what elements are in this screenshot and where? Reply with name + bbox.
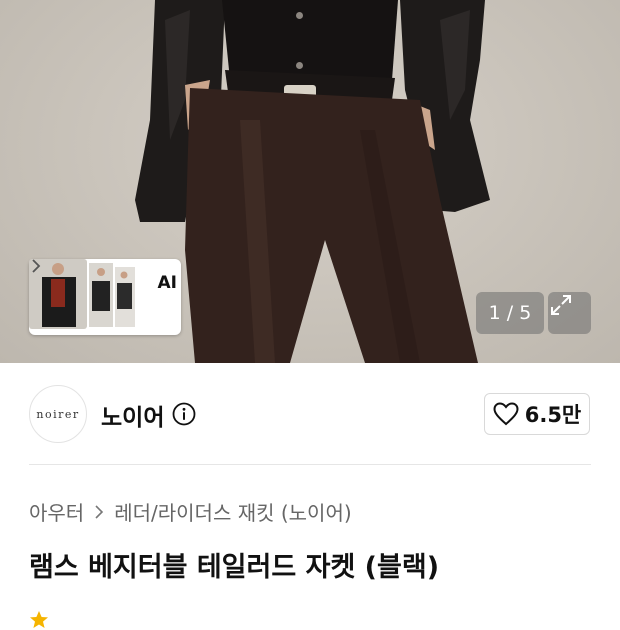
ai-label: AI (157, 273, 177, 293)
breadcrumb-item[interactable]: 아우터 (29, 497, 84, 526)
expand-button[interactable] (548, 292, 591, 334)
breadcrumb-item[interactable]: 레더/라이더스 재킷 (노이어) (114, 497, 351, 526)
like-button[interactable]: 6.5만 (484, 393, 590, 435)
like-count: 6.5만 (524, 403, 582, 427)
brand-logo[interactable]: noirer (29, 385, 87, 443)
expand-icon (551, 295, 571, 315)
product-image-gallery[interactable]: AI 1 / 5 (0, 0, 620, 363)
ai-styling-card[interactable]: AI (29, 259, 181, 335)
image-counter: 1 / 5 (476, 292, 544, 334)
info-icon[interactable] (172, 402, 196, 426)
heart-icon (493, 402, 519, 426)
brand-name[interactable]: 노이어 (101, 398, 164, 432)
product-title: 램스 베지터블 테일러드 자켓 (블랙) (29, 552, 440, 583)
breadcrumb: 아우터 레더/라이더스 재킷 (노이어) (29, 497, 352, 526)
divider (29, 464, 591, 465)
ai-style-thumbnails (29, 259, 135, 329)
star-icon (30, 611, 48, 628)
chevron-right-icon (95, 504, 104, 519)
chevron-right-icon (32, 259, 41, 273)
